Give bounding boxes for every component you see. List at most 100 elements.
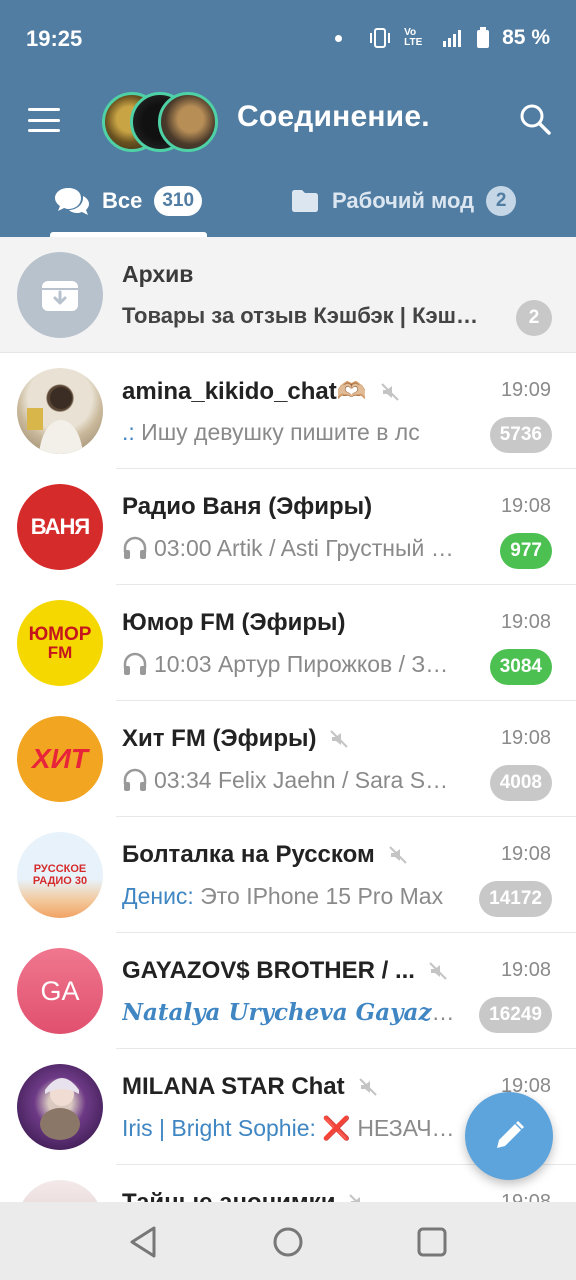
chat-preview-text: Это IPhone 15 Pro Max — [193, 883, 444, 909]
archive-unread-badge: 2 — [516, 300, 552, 336]
app-header: 19:25 Vo LTE 85 % Соединение. Все 310 Ра… — [0, 0, 576, 237]
chat-preview-text: Ишу девушку пишите в лс — [134, 419, 420, 445]
chat-name: Радио Ваня (Эфиры) — [122, 493, 373, 520]
new-message-button[interactable] — [465, 1092, 553, 1180]
folder-icon — [292, 190, 318, 212]
avatar-logo-subtext: FM — [47, 643, 73, 662]
unread-badge: 14172 — [479, 881, 552, 917]
chat-preview: Iris | Bright Sophie: ❌ НЕЗАЧЕТ — [122, 1115, 460, 1142]
chat-time: 19:08 — [500, 959, 551, 981]
chat-preview-text: 03:34 Felix Jaehn / Sara Sangfelt — [154, 767, 460, 793]
chat-time: 19:08 — [500, 495, 551, 517]
chat-preview-text: 10:03 Артур Пирожков / Зацепила — [154, 651, 460, 677]
avatar — [17, 1180, 103, 1202]
archive-avatar — [17, 252, 103, 338]
chat-preview-prefix: .: — [122, 419, 135, 445]
person-photo-icon — [27, 387, 83, 454]
chat-row-hit-fm[interactable]: ХИТ Хит FM (Эфиры) 19:08 03:34 Felix Jae… — [0, 701, 576, 817]
recents-icon[interactable] — [414, 1224, 450, 1260]
status-icons: Vo LTE 85 % — [335, 26, 550, 50]
chat-preview-text: 03:00 Artik / Asti Грустный дэнс — [154, 535, 460, 561]
cat-photo-icon — [40, 1078, 80, 1140]
chat-name: Хит FM (Эфиры) — [122, 725, 349, 753]
chats-icon — [55, 188, 89, 215]
tab-all[interactable]: Все 310 — [54, 186, 203, 216]
archive-preview: Товары за отзыв Кэшбэк | Кэшбэк — [122, 303, 482, 328]
chat-name: amina_kikido_chat🫶🏼 — [122, 377, 399, 406]
muted-icon — [330, 730, 349, 748]
chat-row-gayazov[interactable]: GA GAYAZOV$ BROTHER / ... 19:08 Natalya … — [0, 933, 576, 1049]
status-time: 19:25 — [26, 26, 83, 51]
unread-badge: 5736 — [489, 417, 552, 453]
stories-row[interactable] — [102, 92, 220, 152]
chat-row-humor-fm[interactable]: ЮМОР FM Юмор FM (Эфиры) 19:08 10:03 Арту… — [0, 585, 576, 701]
muted-icon — [429, 962, 447, 980]
avatar-logo-text: РУССКОЕ РАДИО 30 — [32, 863, 88, 887]
chat-preview: Денис: Это IPhone 15 Pro Max — [122, 883, 460, 910]
chat-time: 19:08 — [500, 843, 551, 865]
archive-row[interactable]: Архив Товары за отзыв Кэшбэк | Кэшбэк 2 — [0, 237, 576, 353]
avatar-logo-text: ХИТ — [32, 743, 88, 774]
avatar: ХИТ — [17, 716, 103, 802]
system-nav-bar — [0, 1202, 576, 1280]
tab-work-mode[interactable]: Рабочий мод 2 — [290, 186, 517, 216]
chat-time: 19:09 — [500, 379, 551, 401]
chat-name: Болталка на Русском — [122, 841, 407, 869]
unread-badge: 16249 — [479, 997, 552, 1033]
story-avatar[interactable] — [158, 92, 218, 152]
chat-time: 19:08 — [500, 727, 551, 749]
avatar-logo-text: ЮМОР — [28, 624, 92, 645]
unread-badge: 3084 — [489, 649, 552, 685]
tab-work-mode-count: 2 — [486, 186, 517, 216]
pencil-icon — [497, 1121, 524, 1148]
chat-name: Юмор FM (Эфиры) — [122, 609, 346, 636]
chat-row-boltalka[interactable]: РУССКОЕ РАДИО 30 Болталка на Русском 19:… — [0, 817, 576, 933]
chat-preview: Natalya Urycheva Gayazova Fan — [122, 999, 460, 1026]
muted-icon — [358, 1078, 377, 1096]
hamburger-icon[interactable] — [28, 108, 60, 132]
chat-preview-sender: Денис: — [122, 883, 194, 909]
muted-icon — [349, 1194, 361, 1202]
notification-dot-icon — [335, 34, 343, 42]
search-icon[interactable] — [518, 102, 552, 136]
chat-name: Тайные анонимки — [122, 1189, 367, 1202]
avatar: GA — [17, 948, 103, 1034]
chat-row-radio-vanya[interactable]: ВАНЯ Радио Ваня (Эфиры) 19:08 03:00 Arti… — [0, 469, 576, 585]
battery-percent: 85 % — [502, 26, 550, 49]
unread-badge: 4008 — [489, 765, 552, 801]
archive-box-icon — [42, 281, 78, 311]
vibrate-icon — [370, 28, 391, 48]
avatar: РУССКОЕ РАДИО 30 — [17, 832, 103, 918]
tab-all-label: Все — [102, 188, 143, 213]
home-icon[interactable] — [270, 1224, 306, 1260]
chat-row-amina[interactable]: amina_kikido_chat🫶🏼 19:09 .: Ишу девушку… — [0, 353, 576, 469]
avatar-logo-text: ВАНЯ — [30, 514, 90, 539]
chat-preview: 10:03 Артур Пирожков / Зацепила — [122, 651, 460, 678]
chat-name: GAYAZOV$ BROTHER / ... — [122, 957, 447, 985]
network-label: Vo LTE — [404, 27, 423, 48]
headphones-icon — [123, 536, 147, 559]
avatar — [17, 1064, 103, 1150]
back-icon[interactable] — [126, 1224, 162, 1260]
muted-icon — [388, 846, 407, 864]
headphones-icon — [123, 768, 147, 791]
chat-name: MILANA STAR Chat — [122, 1073, 377, 1101]
chat-time: 19:08 — [500, 1191, 551, 1202]
unread-badge: 977 — [500, 533, 552, 569]
tab-work-mode-label: Рабочий мод — [332, 188, 475, 213]
chat-preview-text: ❌ НЕЗАЧЕТ — [315, 1115, 460, 1141]
chat-preview: 03:34 Felix Jaehn / Sara Sangfelt — [122, 767, 460, 794]
chat-preview-sender: Natalya Urycheva Gayazova Fan — [122, 999, 460, 1026]
archive-title: Архив — [122, 261, 194, 287]
chat-preview: 03:00 Artik / Asti Грустный дэнс — [122, 535, 460, 562]
signal-icon — [443, 30, 462, 47]
avatar: ВАНЯ — [17, 484, 103, 570]
page-title: Соединение. — [237, 100, 430, 133]
muted-icon — [380, 382, 399, 401]
headphones-icon — [123, 652, 147, 675]
chat-preview: .: Ишу девушку пишите в лс — [122, 419, 460, 446]
chat-preview-sender: Iris | Bright Sophie: — [122, 1115, 316, 1141]
avatar-initials: GA — [40, 975, 80, 1006]
avatar: ЮМОР FM — [17, 600, 103, 686]
chat-time: 19:08 — [500, 611, 551, 633]
